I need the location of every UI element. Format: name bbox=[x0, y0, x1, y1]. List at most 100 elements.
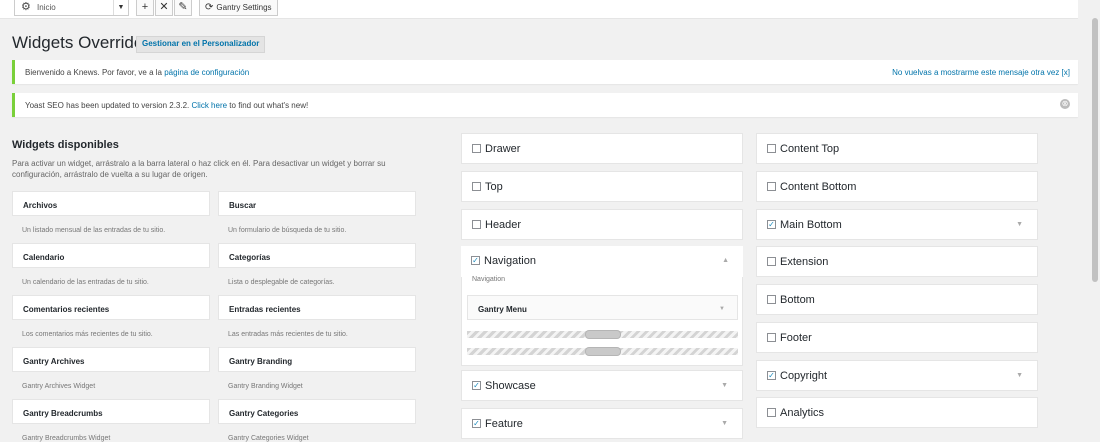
yoast-tail: to find out what's new! bbox=[227, 101, 309, 110]
chevron-down-icon[interactable]: ▼ bbox=[1016, 372, 1023, 379]
gantry-settings-label: Gantry Settings bbox=[216, 3, 272, 12]
sidebar-area[interactable]: Drawer bbox=[461, 133, 743, 164]
sidebar-area-label: Feature bbox=[485, 418, 523, 430]
drag-handle[interactable] bbox=[585, 330, 621, 339]
sidebar-checkbox[interactable]: ✓ bbox=[767, 371, 776, 380]
sidebar-checkbox[interactable] bbox=[767, 333, 776, 342]
widget-item[interactable]: Calendario bbox=[12, 243, 210, 268]
widget-item-description: Gantry Branding Widget bbox=[228, 383, 303, 390]
widget-item-name: Gantry Categories bbox=[229, 409, 299, 418]
sidebar-area-label: Main Bottom bbox=[780, 219, 842, 231]
sidebar-area[interactable]: Content Top bbox=[756, 133, 1038, 164]
yoast-click-here-link[interactable]: Click here bbox=[192, 101, 228, 110]
widget-item[interactable]: Entradas recientes bbox=[218, 295, 416, 320]
sidebar-area-label: Copyright bbox=[780, 370, 828, 382]
widget-item-description: Un listado mensual de las entradas de tu… bbox=[22, 227, 166, 234]
widget-drop-zone[interactable] bbox=[467, 330, 738, 339]
sidebar-area-label: Bottom bbox=[780, 294, 815, 306]
available-widgets-description: Para activar un widget, arrástralo a la … bbox=[12, 159, 386, 179]
chevron-down-icon[interactable]: ▼ bbox=[113, 0, 128, 15]
widget-item-name: Buscar bbox=[229, 201, 257, 210]
sidebar-checkbox[interactable]: ✓ bbox=[471, 256, 480, 265]
sidebar-area[interactable]: ✓ Feature ▼ bbox=[461, 408, 743, 439]
sidebar-area-label: Content Top bbox=[780, 143, 840, 155]
widget-item-name: Categorías bbox=[229, 253, 271, 262]
knews-message: Bienvenido a Knews. Por favor, ve a la p… bbox=[25, 68, 249, 77]
override-select-value: Inicio bbox=[37, 3, 56, 12]
widget-item[interactable]: Buscar bbox=[218, 191, 416, 216]
widget-drop-zone[interactable] bbox=[467, 347, 738, 356]
widget-item[interactable]: Gantry Breadcrumbs bbox=[12, 399, 210, 424]
chevron-down-icon[interactable]: ▼ bbox=[719, 306, 725, 312]
sidebar-checkbox[interactable] bbox=[472, 220, 481, 229]
knews-text: Bienvenido a Knews. Por favor, ve a la bbox=[25, 68, 165, 77]
sidebar-checkbox[interactable] bbox=[767, 257, 776, 266]
sidebar-area[interactable]: ✓ Main Bottom ▼ bbox=[756, 209, 1038, 240]
customizer-button[interactable]: Gestionar en el Personalizador bbox=[136, 36, 266, 53]
edit-override-button[interactable]: ✎ bbox=[174, 0, 192, 16]
widget-item-description: Gantry Archives Widget bbox=[22, 383, 96, 390]
sidebar-area-subtitle: Navigation bbox=[472, 276, 506, 283]
sidebar-checkbox[interactable] bbox=[767, 408, 776, 417]
sidebar-checkbox[interactable] bbox=[767, 144, 776, 153]
sidebar-checkbox[interactable] bbox=[472, 144, 481, 153]
sidebar-area[interactable]: Analytics bbox=[756, 397, 1038, 428]
widget-item[interactable]: Gantry Branding bbox=[218, 347, 416, 372]
sidebar-area[interactable]: Extension bbox=[756, 246, 1038, 277]
sidebar-checkbox[interactable] bbox=[472, 182, 481, 191]
widget-item-description: Un calendario de las entradas de tu siti… bbox=[22, 279, 149, 286]
widget-item-name: Gantry Breadcrumbs bbox=[23, 409, 103, 418]
sidebar-area-label: Footer bbox=[780, 332, 812, 344]
sidebar-area-header[interactable]: ✓ Navigation ▲ bbox=[461, 246, 743, 277]
sidebar-area[interactable]: Content Bottom bbox=[756, 171, 1038, 202]
sidebar-checkbox[interactable]: ✓ bbox=[767, 220, 776, 229]
knews-config-link[interactable]: página de configuración bbox=[164, 68, 249, 77]
sidebar-checkbox[interactable]: ✓ bbox=[472, 381, 481, 390]
sidebar-area[interactable]: Header bbox=[461, 209, 743, 240]
widget-item-name: Gantry Branding bbox=[229, 357, 293, 366]
gantry-toolbar: ⚙ Inicio ▼ + ✕ ✎ ⟳ Gantry Settings bbox=[0, 0, 1078, 19]
sidebar-area-label: Extension bbox=[780, 256, 829, 268]
widget-item[interactable]: Gantry Categories bbox=[218, 399, 416, 424]
delete-override-button[interactable]: ✕ bbox=[155, 0, 173, 16]
chevron-down-icon[interactable]: ▼ bbox=[721, 382, 728, 389]
sidebar-area[interactable]: Footer bbox=[756, 322, 1038, 353]
widget-item-name: Entradas recientes bbox=[229, 305, 301, 314]
page-title: Widgets Override bbox=[12, 33, 144, 52]
sidebar-checkbox[interactable]: ✓ bbox=[472, 419, 481, 428]
widget-item[interactable]: Categorías bbox=[218, 243, 416, 268]
settings-icon: ⟳ bbox=[205, 2, 214, 13]
chevron-up-icon[interactable]: ▲ bbox=[722, 257, 729, 264]
gantry-settings-button[interactable]: ⟳ Gantry Settings bbox=[199, 0, 278, 16]
widget-item-name: Archivos bbox=[23, 201, 58, 210]
override-select[interactable]: ⚙ Inicio ▼ bbox=[14, 0, 129, 16]
sidebar-area-expanded[interactable]: ✓ Navigation ▲ Navigation Gantry Menu ▼ bbox=[461, 246, 743, 366]
widget-item-name: Calendario bbox=[23, 253, 65, 262]
sidebar-checkbox[interactable] bbox=[767, 295, 776, 304]
sidebar-area[interactable]: Bottom bbox=[756, 284, 1038, 315]
widget-item[interactable]: Gantry Archives bbox=[12, 347, 210, 372]
dismiss-icon[interactable]: ⊗ bbox=[1060, 99, 1070, 109]
widget-item-description: Los comentarios más recientes de tu siti… bbox=[22, 331, 153, 338]
sidebar-area[interactable]: Top bbox=[461, 171, 743, 202]
gantry-menu-widget[interactable]: Gantry Menu ▼ bbox=[467, 295, 738, 320]
gear-icon: ⚙ bbox=[21, 1, 31, 13]
yoast-message: Yoast SEO has been updated to version 2.… bbox=[25, 101, 308, 110]
sidebar-area-label: Analytics bbox=[780, 407, 825, 419]
sidebar-checkbox[interactable] bbox=[767, 182, 776, 191]
sidebar-area-label: Drawer bbox=[485, 143, 521, 155]
knews-dismiss-link[interactable]: No vuelvas a mostrarme este mensaje otra… bbox=[892, 68, 1070, 77]
widget-item[interactable]: Comentarios recientes bbox=[12, 295, 210, 320]
sidebar-area[interactable]: ✓ Showcase ▼ bbox=[461, 370, 743, 401]
chevron-down-icon[interactable]: ▼ bbox=[1016, 221, 1023, 228]
sidebar-area-label: Showcase bbox=[485, 380, 536, 392]
add-override-button[interactable]: + bbox=[136, 0, 154, 16]
sidebar-area[interactable]: ✓ Copyright ▼ bbox=[756, 360, 1038, 391]
drag-handle[interactable] bbox=[585, 347, 621, 356]
scrollbar-thumb[interactable] bbox=[1092, 18, 1098, 282]
yoast-text: Yoast SEO has been updated to version 2.… bbox=[25, 101, 192, 110]
widget-item[interactable]: Archivos bbox=[12, 191, 210, 216]
widget-item-name: Gantry Archives bbox=[23, 357, 85, 366]
chevron-down-icon[interactable]: ▼ bbox=[721, 420, 728, 427]
widget-item-name: Comentarios recientes bbox=[23, 305, 110, 314]
